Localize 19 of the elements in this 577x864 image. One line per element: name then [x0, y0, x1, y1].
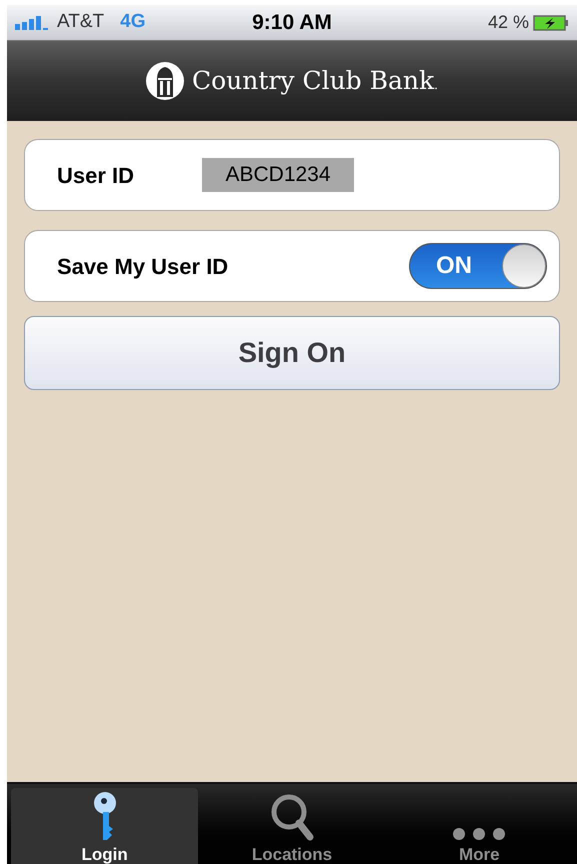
user-id-label: User ID	[57, 162, 136, 190]
toggle-switch[interactable]: ON	[409, 243, 547, 289]
carrier-name: AT&T	[57, 10, 104, 34]
sign-on-button[interactable]: Sign On	[24, 316, 560, 390]
network-type: 4G	[120, 10, 146, 34]
key-icon	[92, 792, 118, 842]
user-id-field[interactable]: ABCD1234	[202, 158, 354, 192]
clock-time: 9:10 AM	[251, 10, 333, 36]
save-user-id-label: Save My User ID	[57, 252, 230, 281]
tab-item[interactable]: Locations	[198, 788, 386, 864]
battery-percent: 42 %	[488, 11, 529, 34]
logo-icon	[146, 61, 184, 101]
tab-item[interactable]: More	[386, 788, 573, 864]
more-icon	[452, 826, 506, 842]
bank-name: Country Club Bank.	[192, 65, 438, 98]
tab-item[interactable]: Login	[11, 788, 198, 864]
battery-icon	[533, 14, 569, 30]
search-icon	[268, 792, 315, 842]
signal-icon	[15, 16, 49, 30]
